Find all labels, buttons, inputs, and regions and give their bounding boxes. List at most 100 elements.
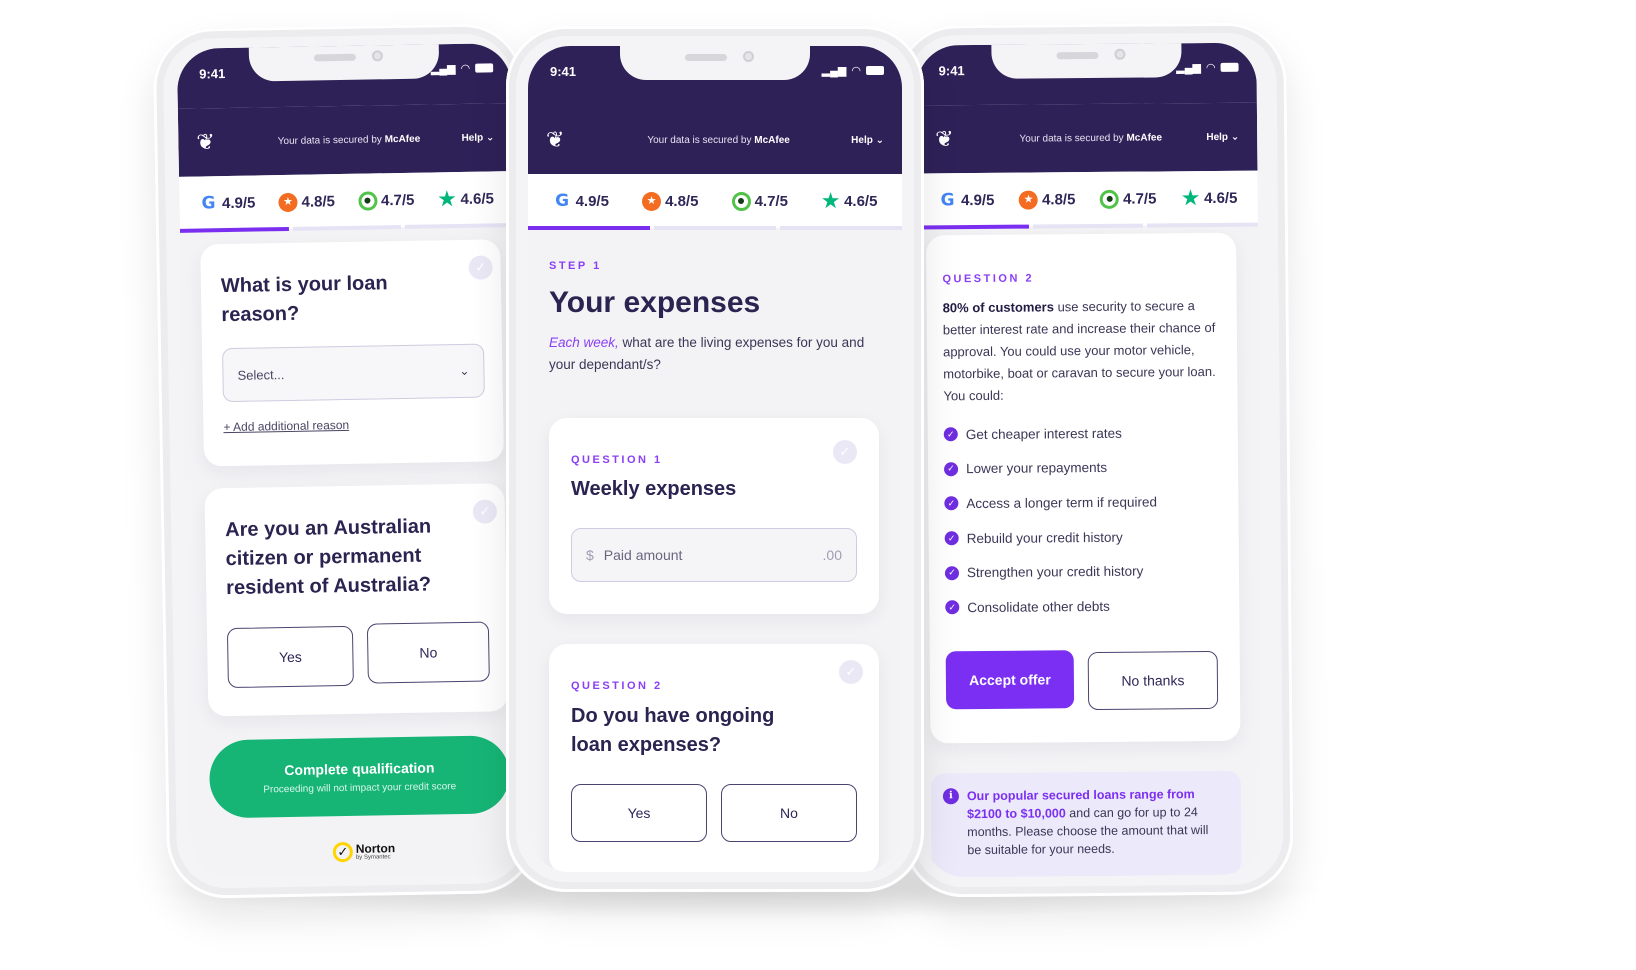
benefit-item: ✓ Strengthen your credit history (944, 553, 1225, 590)
complete-qualification-button[interactable]: Complete qualification Proceeding will n… (208, 735, 511, 819)
page-title: Your expenses (549, 286, 761, 319)
no-thanks-button[interactable]: No thanks (1087, 650, 1219, 711)
review-bubble-icon (357, 190, 378, 211)
paid-amount-input[interactable]: $ Paid amount .00 (571, 528, 857, 582)
norton-check-icon: ✓ (332, 841, 353, 863)
benefit-item: ✓ Get cheaper interest rates (943, 415, 1224, 452)
step-label: STEP 1 (549, 260, 602, 272)
status-time: 9:41 (938, 63, 965, 79)
question-eyebrow: QUESTION 1 (571, 454, 663, 466)
rating-google: G 4.9/5 (199, 193, 256, 213)
page-intro: Each week, what are the living expenses … (549, 335, 865, 372)
chevron-down-icon: ⌄ (485, 131, 495, 143)
tree-logo-icon[interactable]: ❦ (196, 129, 236, 156)
notch (248, 43, 440, 82)
status-time: 9:41 (199, 66, 226, 82)
check-circle-icon: ✓ (943, 427, 958, 442)
help-menu-button[interactable]: Help ⌄ (851, 135, 884, 146)
ratings-bar: G 4.9/5 ★ 4.8/5 4.7/5 ★ 4.6/5 (917, 170, 1258, 228)
phone-middle-screen: 9:41 ▂▄▆ ◠ ❦ Your data is secured by McA… (528, 46, 902, 872)
status-bar: 9:41 ▂▄▆ ◠ (176, 43, 512, 109)
trustpilot-star-icon: ★ (820, 188, 841, 213)
battery-icon (866, 66, 884, 75)
check-circle-icon: ✓ (944, 496, 959, 511)
status-bar: 9:41 ▂▄▆ ◠ (916, 42, 1257, 106)
app-header: ❦ Your data is secured by McAfee Help ⌄ (528, 106, 902, 174)
chevron-down-icon: ⌄ (875, 134, 884, 146)
phone-right-screen: 9:41 ▂▄▆ ◠ ❦ Your data is secured by McA… (916, 42, 1264, 878)
check-circle-icon: ✓ (945, 600, 960, 615)
security-notice: Your data is secured by McAfee (647, 134, 790, 146)
residency-question: Are you an Australian citizen or permane… (224, 515, 432, 600)
phone-right: 9:41 ▂▄▆ ◠ ❦ Your data is secured by McA… (896, 22, 1294, 898)
add-reason-link[interactable]: + Add additional reason (223, 418, 349, 434)
tree-logo-icon[interactable]: ❦ (546, 127, 586, 153)
question-eyebrow: QUESTION 2 (942, 272, 1035, 286)
check-icon: ✓ (468, 255, 493, 280)
rating-productreview: ★ 4.8/5 (642, 191, 698, 211)
loan-expenses-no-button[interactable]: No (721, 784, 857, 842)
rating-reviews: 4.7/5 (731, 191, 788, 211)
check-icon: ✓ (472, 499, 498, 524)
benefit-item: ✓ Access a longer term if required (944, 484, 1224, 521)
offer-description: 80% of customers use security to secure … (942, 298, 1216, 404)
chevron-down-icon: ⌄ (459, 363, 470, 378)
progress-bar (528, 226, 902, 230)
ratings-bar: G 4.9/5 ★ 4.8/5 4.7/5 ★ 4.6/5 (179, 171, 514, 231)
rating-google: G 4.9/5 (938, 190, 995, 210)
weekly-expenses-card: ✓ QUESTION 1 Weekly expenses $ Paid amou… (549, 418, 879, 614)
norton-badge: ✓ Norton by Symantec (332, 841, 396, 863)
residency-card: ✓ Are you an Australian citizen or perma… (204, 483, 509, 717)
check-circle-icon: ✓ (944, 531, 959, 546)
phone-left: 9:41 ▂▄▆ ◠ ❦ Your data is secured by McA… (152, 22, 538, 900)
mcafee-logo: McAfee (384, 133, 421, 145)
check-circle-icon: ✓ (944, 565, 960, 580)
rating-google: G 4.9/5 (553, 192, 609, 211)
tree-logo-icon[interactable]: ❦ (935, 126, 975, 152)
rating-reviews: 4.7/5 (1099, 189, 1157, 209)
rating-productreview: ★ 4.8/5 (1018, 189, 1076, 210)
signal-icon: ▂▄▆ (821, 65, 847, 77)
app-header: ❦ Your data is secured by McAfee Help ⌄ (916, 102, 1258, 174)
mcafee-logo: McAfee (754, 134, 790, 146)
benefit-item: ✓ Lower your repayments (944, 449, 1224, 486)
mcafee-logo: McAfee (1126, 131, 1163, 144)
wifi-icon: ◠ (851, 65, 861, 77)
system-icons: ▂▄▆ ◠ (1176, 61, 1239, 75)
benefit-item: ✓ Rebuild your credit history (944, 519, 1225, 556)
loan-expenses-question: Do you have ongoing loan expenses? (571, 705, 775, 756)
security-notice: Your data is secured by McAfee (1019, 131, 1163, 145)
status-bar: 9:41 ▂▄▆ ◠ (528, 46, 902, 106)
accept-offer-button[interactable]: Accept offer (945, 650, 1075, 710)
trustpilot-star-icon: ★ (436, 186, 458, 212)
loan-reason-card: ✓ What is your loan reason? Select... ⌄ … (200, 239, 505, 467)
google-icon: G (555, 190, 570, 211)
notch (620, 46, 810, 80)
security-offer-card: QUESTION 2 80% of customers use security… (926, 232, 1241, 744)
residency-yes-button[interactable]: Yes (226, 625, 354, 689)
weekly-expenses-question: Weekly expenses (571, 478, 737, 500)
review-bubble-icon (731, 191, 751, 211)
signal-icon: ▂▄▆ (1176, 62, 1202, 75)
loan-expenses-card: ✓ QUESTION 2 Do you have ongoing loan ex… (549, 644, 879, 872)
system-icons: ▂▄▆ ◠ (822, 64, 884, 77)
help-menu-button[interactable]: Help ⌄ (461, 132, 494, 144)
benefits-list: ✓ Get cheaper interest rates ✓ Lower your … (943, 415, 1226, 625)
rating-trustpilot: ★ 4.6/5 (820, 188, 878, 213)
loan-expenses-yes-button[interactable]: Yes (571, 784, 707, 842)
battery-icon (1220, 62, 1239, 72)
wifi-icon: ◠ (1205, 61, 1216, 75)
check-circle-icon: ✓ (944, 462, 959, 477)
productreview-icon: ★ (642, 191, 662, 211)
rating-reviews: 4.7/5 (357, 190, 415, 211)
system-icons: ▂▄▆ ◠ (431, 61, 494, 75)
loan-reason-select[interactable]: Select... ⌄ (222, 343, 485, 403)
info-icon: i (942, 788, 959, 805)
rating-productreview: ★ 4.8/5 (278, 192, 335, 212)
chevron-down-icon: ⌄ (1230, 131, 1240, 143)
help-menu-button[interactable]: Help ⌄ (1206, 131, 1239, 142)
rating-trustpilot: ★ 4.6/5 (436, 186, 495, 212)
ratings-bar: G 4.9/5 ★ 4.8/5 4.7/5 ★ 4.6/5 (528, 174, 902, 228)
residency-no-button[interactable]: No (366, 621, 490, 684)
phone-left-screen: 9:41 ▂▄▆ ◠ ❦ Your data is secured by McA… (176, 43, 526, 879)
